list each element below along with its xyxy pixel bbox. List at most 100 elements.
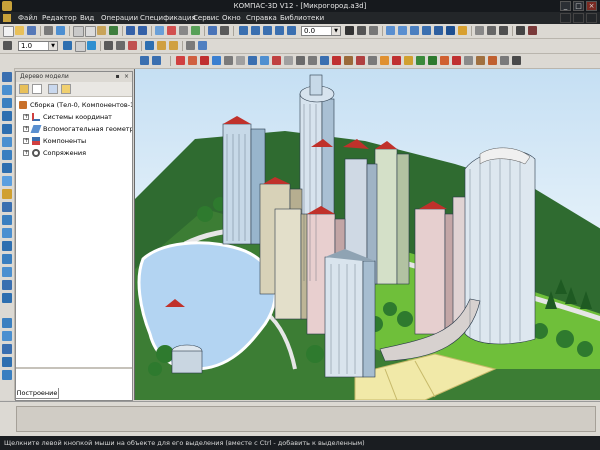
zoom-out-icon[interactable] (263, 26, 272, 35)
pool-icon[interactable] (212, 56, 221, 65)
snap-icon[interactable] (169, 41, 178, 50)
extra-panel-5-icon[interactable] (2, 370, 12, 380)
extra-panel-1-icon[interactable] (2, 318, 12, 328)
spatial-curves-icon[interactable] (2, 124, 12, 134)
grid-icon[interactable] (220, 26, 229, 35)
bench-icon[interactable] (440, 56, 449, 65)
shaded-edges-icon[interactable] (446, 26, 455, 35)
stairs-icon[interactable] (284, 56, 293, 65)
selection-filter-icon[interactable] (516, 26, 525, 35)
city-3d-model[interactable] (135, 69, 600, 400)
roof-icon[interactable] (272, 56, 281, 65)
cut-icon[interactable] (73, 26, 84, 37)
extra-panel-3-icon[interactable] (2, 344, 12, 354)
edit-component-icon[interactable] (116, 41, 125, 50)
sheet-metal-icon[interactable] (2, 163, 12, 173)
dimensions-icon[interactable] (2, 176, 12, 186)
tree-structure-icon[interactable] (48, 84, 58, 94)
ruler-icon[interactable] (186, 41, 195, 50)
local-cs-icon[interactable] (87, 41, 96, 50)
menu-service[interactable]: Сервис (193, 12, 219, 24)
specification-panel-icon[interactable] (2, 228, 12, 238)
kiosk-icon[interactable] (488, 56, 497, 65)
perspective-icon[interactable] (458, 26, 467, 35)
filters-icon[interactable] (2, 215, 12, 225)
house-red-icon[interactable] (176, 56, 185, 65)
menu-file[interactable]: Файл (18, 12, 37, 24)
document-menu-icon[interactable] (3, 14, 11, 22)
measure-icon[interactable] (475, 26, 484, 35)
zoom-fit-icon[interactable] (275, 26, 284, 35)
zoom-scale-select[interactable]: 0.0 ▼ (301, 26, 341, 36)
arrays-icon[interactable] (2, 150, 12, 160)
tab-build[interactable]: Построение (15, 388, 59, 399)
pin-icon[interactable]: ▪ (114, 73, 121, 80)
minimize-button[interactable]: _ (560, 1, 571, 11)
no-hidden-icon[interactable] (422, 26, 431, 35)
orientation-icon[interactable] (369, 26, 378, 35)
house-orange-icon[interactable] (188, 56, 197, 65)
menu-view[interactable]: Вид (80, 12, 94, 24)
assembly-panel-icon[interactable] (2, 98, 12, 108)
building-icon[interactable] (200, 56, 209, 65)
tree-item-aux-geometry[interactable]: + Вспомогательная геометр (16, 123, 132, 135)
playground-icon[interactable] (476, 56, 485, 65)
rebuild-model-icon[interactable] (145, 41, 154, 50)
window-icon[interactable] (248, 56, 257, 65)
rotate-icon[interactable] (357, 26, 366, 35)
new-file-icon[interactable] (3, 26, 14, 37)
hidden-lines-icon[interactable] (398, 26, 407, 35)
tree-filter-icon[interactable] (61, 84, 71, 94)
car-icon[interactable] (452, 56, 461, 65)
undo-icon[interactable] (126, 26, 135, 35)
parking-icon[interactable] (464, 56, 473, 65)
pipes-panel-icon[interactable] (2, 293, 12, 303)
wireframe-icon[interactable] (386, 26, 395, 35)
paste-icon[interactable] (97, 26, 106, 35)
surfaces-icon[interactable] (2, 137, 12, 147)
menu-specification[interactable]: Спецификация (140, 12, 196, 24)
menu-help[interactable]: Справка (246, 12, 277, 24)
shaded-icon[interactable] (434, 26, 443, 35)
bush-icon[interactable] (428, 56, 437, 65)
format-painter-icon[interactable] (109, 26, 118, 35)
measure-panel-icon[interactable] (2, 202, 12, 212)
report-icon[interactable] (152, 56, 161, 65)
open-file-icon[interactable] (15, 26, 24, 35)
sign-icon[interactable] (500, 56, 509, 65)
print-icon[interactable] (44, 26, 53, 35)
canopy-icon[interactable] (356, 56, 365, 65)
sketch-icon[interactable] (104, 41, 113, 50)
pointer-icon[interactable] (3, 41, 12, 50)
tree-item-coordinate-systems[interactable]: + Системы координат (16, 111, 132, 123)
tree-order-icon[interactable] (32, 84, 42, 94)
preview-icon[interactable] (56, 26, 65, 35)
expand-icon[interactable]: + (23, 138, 29, 144)
maximize-button[interactable]: □ (573, 1, 584, 11)
elevator-icon[interactable] (368, 56, 377, 65)
extra-panel-4-icon[interactable] (2, 357, 12, 367)
save-icon[interactable] (27, 26, 36, 35)
current-scale-select[interactable]: 1.0 ▼ (18, 41, 58, 51)
close-button[interactable]: × (586, 1, 597, 11)
help-icon[interactable] (191, 26, 200, 35)
parapet-icon[interactable] (344, 56, 353, 65)
geometry-panel-icon[interactable] (2, 72, 12, 82)
column-icon[interactable] (296, 56, 305, 65)
tree-item-mates[interactable]: + Сопряжения (16, 147, 132, 159)
tree-plant-icon[interactable] (416, 56, 425, 65)
menu-operations[interactable]: Операции (101, 12, 138, 24)
tree-splitter[interactable] (16, 367, 132, 369)
road-icon[interactable] (224, 56, 233, 65)
manager-icon[interactable] (155, 26, 164, 35)
edit-panel-icon[interactable] (2, 85, 12, 95)
tree-mode-icon[interactable] (19, 84, 29, 94)
pole-icon[interactable] (512, 56, 521, 65)
pan-icon[interactable] (345, 26, 354, 35)
model-viewport[interactable] (134, 69, 600, 400)
check-collisions-icon[interactable] (499, 26, 508, 35)
star-icon[interactable] (404, 56, 413, 65)
aux-geometry-panel-icon[interactable] (2, 111, 12, 121)
layer-icon[interactable] (63, 41, 72, 50)
menu-window[interactable]: Окно (222, 12, 241, 24)
